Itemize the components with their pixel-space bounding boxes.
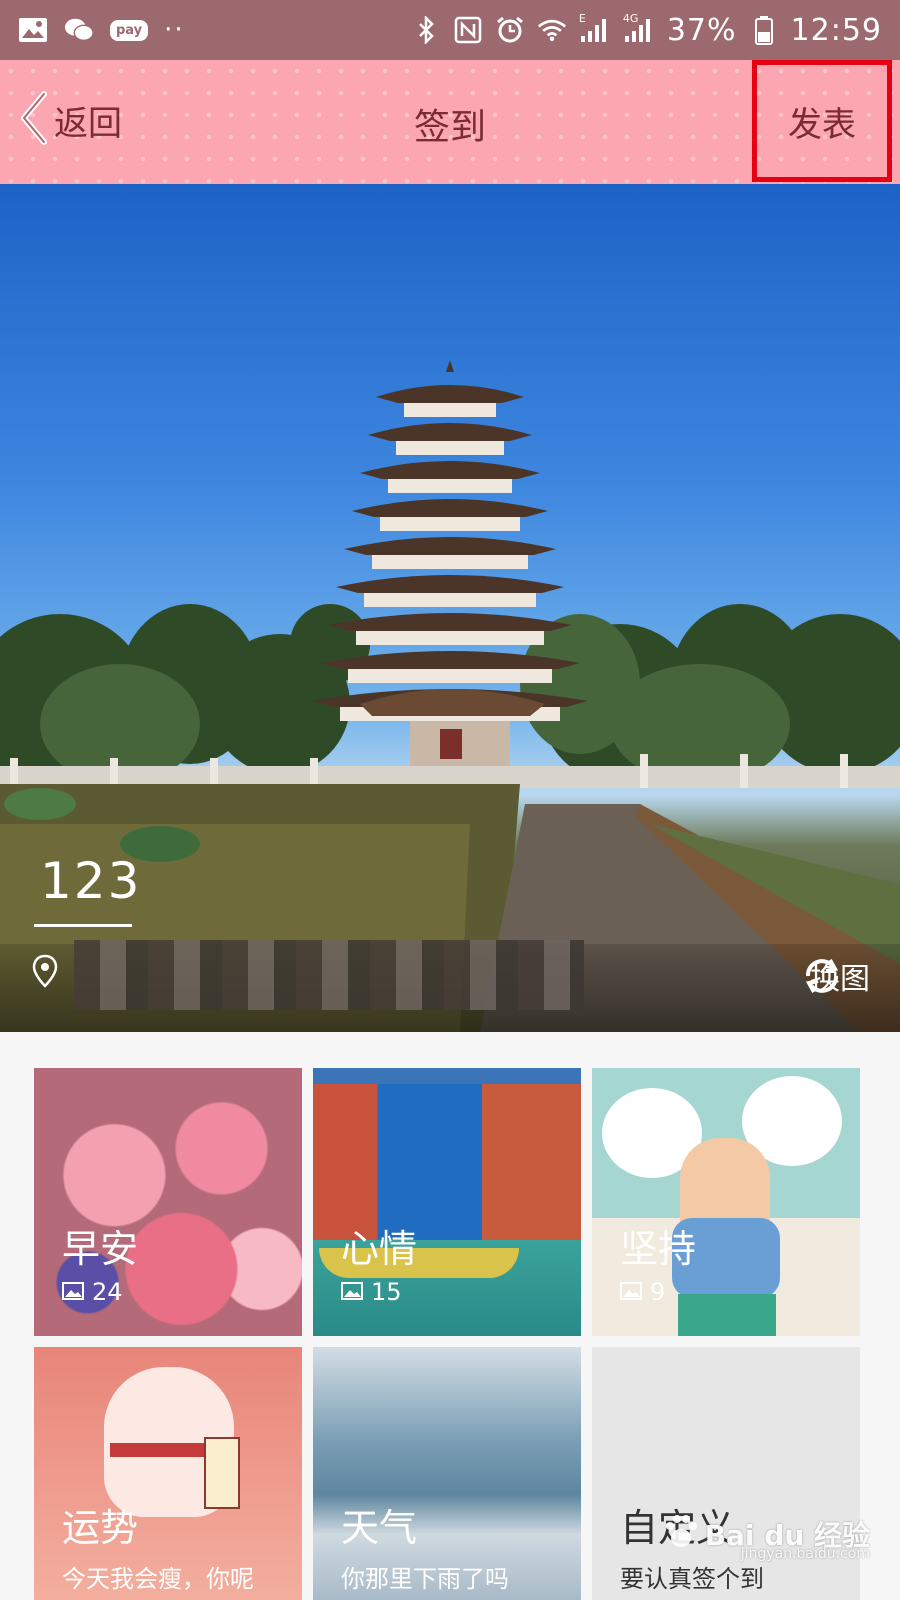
template-count: 24 <box>62 1278 123 1306</box>
template-subtitle: 要认真签个到 <box>620 1565 764 1593</box>
clock: 12:59 <box>790 12 882 48</box>
pagoda-spire <box>446 360 454 372</box>
battery-icon <box>749 16 779 45</box>
title-underline <box>34 924 132 927</box>
more-notifications-indicator: ·· <box>164 15 185 45</box>
bluetooth-icon <box>411 16 441 44</box>
illustration-shorts <box>678 1294 776 1336</box>
template-count-value: 15 <box>371 1278 402 1306</box>
image-icon <box>341 1278 363 1306</box>
pagoda-balcony <box>356 631 544 645</box>
signal-4g-icon: 4G <box>623 12 655 44</box>
template-tile-persist[interactable]: 坚持 9 <box>592 1068 860 1336</box>
wifi-icon <box>537 16 567 44</box>
template-count: 9 <box>620 1278 665 1306</box>
template-title: 早安 <box>62 1227 139 1271</box>
template-tile-mood[interactable]: 心情 15 <box>313 1068 581 1336</box>
pagoda-roof <box>360 461 540 479</box>
publish-button[interactable]: 发表 <box>752 60 892 182</box>
location-text-redacted[interactable] <box>74 940 584 1010</box>
nfc-icon <box>453 16 483 44</box>
alarm-icon <box>495 16 525 44</box>
template-count-value: 24 <box>92 1278 123 1306</box>
template-tile-weather[interactable]: 天气 你那里下雨了吗 <box>313 1347 581 1600</box>
change-image-button[interactable]: 换图 <box>800 954 870 998</box>
pagoda-roof <box>344 537 556 555</box>
pagoda-roof <box>368 423 532 441</box>
pagoda-balcony <box>396 441 504 455</box>
template-title: 运势 <box>62 1506 139 1550</box>
pagoda-balcony <box>372 555 528 569</box>
template-title: 心情 <box>341 1227 418 1271</box>
pagoda-balcony <box>388 479 512 493</box>
template-subtitle: 你那里下雨了吗 <box>341 1565 509 1593</box>
pagoda-roof <box>328 613 572 631</box>
checkin-title[interactable]: 123 <box>40 852 141 910</box>
template-title: 坚持 <box>620 1227 697 1271</box>
template-tile-custom[interactable]: 自定义 要认真签个到 <box>592 1347 860 1600</box>
image-icon <box>62 1278 84 1306</box>
watermark-url: jingyan.baidu.com <box>740 1546 870 1562</box>
network-4g-label: 4G <box>622 12 639 25</box>
template-tile-good-morning[interactable]: 早安 24 <box>34 1068 302 1336</box>
pagoda-roof <box>336 575 564 593</box>
template-tile-fortune[interactable]: 运势 今天我会瘦，你呢 <box>34 1347 302 1600</box>
paw-logo-icon <box>661 1512 701 1556</box>
signal-icon: E <box>579 12 611 44</box>
checkin-cover-image: 123 换图 <box>0 184 900 1032</box>
pagoda-balcony <box>404 403 496 417</box>
app-header: 返回 签到 发表 <box>0 60 900 184</box>
wechat-icon <box>64 16 94 44</box>
pagoda-roof <box>352 499 548 517</box>
pagoda-balcony <box>364 593 536 607</box>
fortune-scroll <box>204 1437 240 1509</box>
gallery-icon <box>18 16 48 44</box>
status-bar: pay ·· E 4G 37% 12:59 <box>0 0 900 60</box>
image-icon <box>620 1278 642 1306</box>
pagoda-balcony <box>380 517 520 531</box>
pagoda-roof <box>376 385 524 403</box>
pagoda-balcony <box>348 669 552 683</box>
pay-icon: pay <box>110 19 149 41</box>
baidu-jingyan-watermark: Bai du 经验 jingyan.baidu.com <box>661 1512 870 1562</box>
template-subtitle: 今天我会瘦，你呢 <box>62 1565 254 1593</box>
battery-percent: 37% <box>666 12 737 48</box>
template-title: 天气 <box>341 1506 418 1550</box>
template-count-value: 9 <box>650 1278 666 1306</box>
network-type-label: E <box>578 12 586 25</box>
template-count: 15 <box>341 1278 402 1306</box>
